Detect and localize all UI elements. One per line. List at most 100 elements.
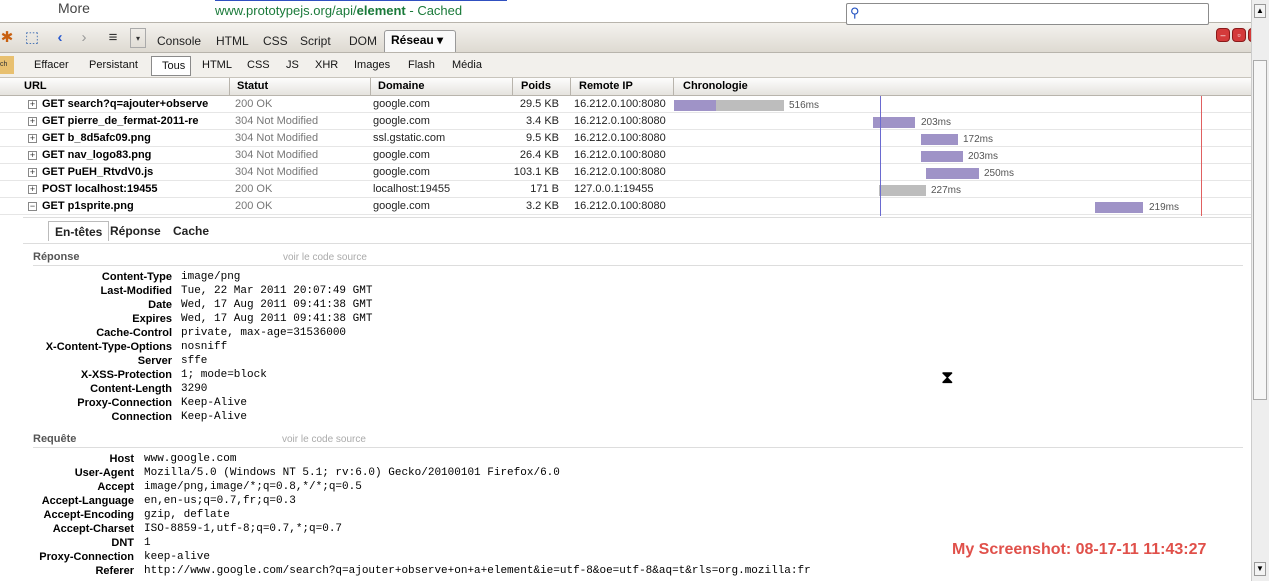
col-domain[interactable]: Domaine — [378, 80, 424, 92]
request-domain: localhost:19455 — [373, 183, 451, 195]
tab-cache[interactable]: Cache — [173, 224, 209, 238]
header-key: Expires — [132, 313, 172, 325]
col-url[interactable]: URL — [24, 80, 47, 92]
inspect-icon[interactable]: ⬚ — [22, 28, 42, 48]
search-input[interactable] — [846, 3, 1209, 25]
response-view-source-link[interactable]: voir le code source — [283, 252, 367, 263]
col-divider[interactable] — [570, 78, 571, 96]
col-timeline[interactable]: Chronologie — [683, 80, 748, 92]
filter-media[interactable]: Média — [452, 58, 482, 75]
filter-flash[interactable]: Flash — [408, 58, 435, 75]
tab-network[interactable]: Réseau ▾ — [384, 30, 456, 52]
header-key: Accept-Language — [41, 495, 134, 507]
request-ip: 16.212.0.100:8080 — [574, 166, 666, 178]
scroll-up-icon[interactable]: ▲ — [1254, 4, 1266, 18]
filter-all[interactable]: Tous — [151, 56, 191, 76]
header-value: Keep-Alive — [181, 397, 248, 409]
header-value: Wed, 17 Aug 2011 09:41:38 GMT — [181, 313, 373, 325]
request-domain: ssl.gstatic.com — [373, 132, 446, 144]
persist-button[interactable]: Persistant — [89, 58, 138, 75]
request-status: 304 Not Modified — [235, 115, 319, 127]
dropdown-icon[interactable]: ▾ — [130, 28, 146, 48]
col-status[interactable]: Statut — [237, 80, 268, 92]
request-ip: 16.212.0.100:8080 — [574, 132, 666, 144]
filter-images[interactable]: Images — [354, 58, 390, 75]
header-key: X-Content-Type-Options — [45, 341, 172, 353]
tab-console[interactable]: Console — [157, 33, 201, 51]
request-size: 29.5 KB — [519, 98, 559, 110]
header-key: Date — [148, 299, 172, 311]
request-row[interactable]: + POST localhost:19455 200 OK localhost:… — [0, 181, 1251, 198]
expand-icon[interactable]: + — [28, 168, 37, 177]
tab-css[interactable]: CSS — [263, 33, 288, 51]
detach-icon[interactable]: ▫ — [1232, 28, 1246, 42]
more-link[interactable]: More — [58, 0, 90, 16]
header-key: Connection — [111, 411, 173, 423]
request-row[interactable]: + GET PuEH_RtvdV0.js 304 Not Modified go… — [0, 164, 1251, 181]
request-details-panel: En-têtes Réponse Cache Réponse voir le c… — [23, 217, 1251, 581]
header-value: Wed, 17 Aug 2011 09:41:38 GMT — [181, 299, 373, 311]
request-row[interactable]: + GET search?q=ajouter+observe 200 OK go… — [0, 96, 1251, 113]
col-remote-ip[interactable]: Remote IP — [579, 80, 633, 92]
request-row[interactable]: + GET nav_logo83.png 304 Not Modified go… — [0, 147, 1251, 164]
header-key: Proxy-Connection — [39, 551, 134, 563]
col-divider[interactable] — [512, 78, 513, 96]
forward-icon[interactable]: › — [74, 28, 94, 48]
header-value: 3290 — [181, 383, 208, 395]
col-size[interactable]: Poids — [521, 80, 551, 92]
request-url: GET search?q=ajouter+observe — [42, 98, 209, 110]
toolbar-edge-icon: ch — [0, 56, 14, 74]
collapse-icon[interactable]: − — [28, 202, 37, 211]
tab-dom[interactable]: DOM — [349, 33, 377, 51]
scroll-down-icon[interactable]: ▼ — [1254, 562, 1266, 576]
header-value: 1 — [144, 537, 151, 549]
request-row[interactable]: − GET p1sprite.png 200 OK google.com 3.2… — [0, 198, 1251, 215]
filter-html[interactable]: HTML — [202, 58, 232, 75]
header-key: Proxy-Connection — [77, 397, 172, 409]
header-value: ISO-8859-1,utf-8;q=0.7,*;q=0.7 — [144, 523, 343, 535]
scrollbar-thumb[interactable] — [1253, 60, 1267, 400]
back-icon[interactable]: ‹ — [50, 28, 70, 48]
filter-js[interactable]: JS — [286, 58, 299, 75]
tab-script[interactable]: Script — [300, 33, 331, 51]
minimize-icon[interactable]: – — [1216, 28, 1230, 42]
expand-icon[interactable]: + — [28, 151, 37, 160]
request-status: 200 OK — [235, 200, 273, 212]
request-view-source-link[interactable]: voir le code source — [282, 434, 366, 445]
col-divider[interactable] — [229, 78, 230, 96]
request-url: POST localhost:19455 — [42, 183, 158, 195]
request-status: 304 Not Modified — [235, 132, 319, 144]
expand-icon[interactable]: + — [28, 185, 37, 194]
request-section-title[interactable]: Requête — [33, 433, 76, 445]
firebug-icon[interactable]: ✱ — [0, 28, 17, 48]
tab-headers[interactable]: En-têtes — [48, 221, 110, 241]
tab-response[interactable]: Réponse — [110, 224, 161, 238]
request-row[interactable]: + GET pierre_de_fermat-2011-re 304 Not M… — [0, 113, 1251, 130]
cached-url[interactable]: www.prototypejs.org/api/element - Cached — [215, 3, 462, 18]
timeline-bar-wait — [1095, 202, 1143, 213]
filter-css[interactable]: CSS — [247, 58, 270, 75]
header-key: Content-Length — [90, 383, 172, 395]
expand-icon[interactable]: + — [28, 117, 37, 126]
header-key: Referer — [95, 565, 134, 577]
request-size: 9.5 KB — [525, 132, 559, 144]
clear-button[interactable]: Effacer — [34, 58, 69, 75]
filter-xhr[interactable]: XHR — [315, 58, 338, 75]
timeline-duration: 219ms — [1149, 202, 1180, 213]
request-status: 200 OK — [235, 183, 273, 195]
tab-html[interactable]: HTML — [216, 33, 249, 51]
expand-icon[interactable]: + — [28, 100, 37, 109]
expand-icon[interactable]: + — [28, 134, 37, 143]
response-section-title[interactable]: Réponse — [33, 251, 79, 263]
request-size: 103.1 KB — [513, 166, 559, 178]
timeline-bar-wait — [926, 168, 979, 179]
request-row[interactable]: + GET b_8d5afc09.png 304 Not Modified ss… — [0, 130, 1251, 147]
header-key: Last-Modified — [100, 285, 173, 297]
firebug-toolbar: ✱ ⬚ ‹ › ≡ ▾ Console HTML CSS Script DOM … — [0, 22, 1269, 53]
menu-icon[interactable]: ≡ — [103, 28, 123, 48]
request-url: GET pierre_de_fermat-2011-re — [42, 115, 199, 127]
col-divider[interactable] — [673, 78, 674, 96]
col-divider[interactable] — [370, 78, 371, 96]
header-key: Content-Type — [101, 271, 172, 283]
header-value: 1; mode=block — [181, 369, 267, 381]
